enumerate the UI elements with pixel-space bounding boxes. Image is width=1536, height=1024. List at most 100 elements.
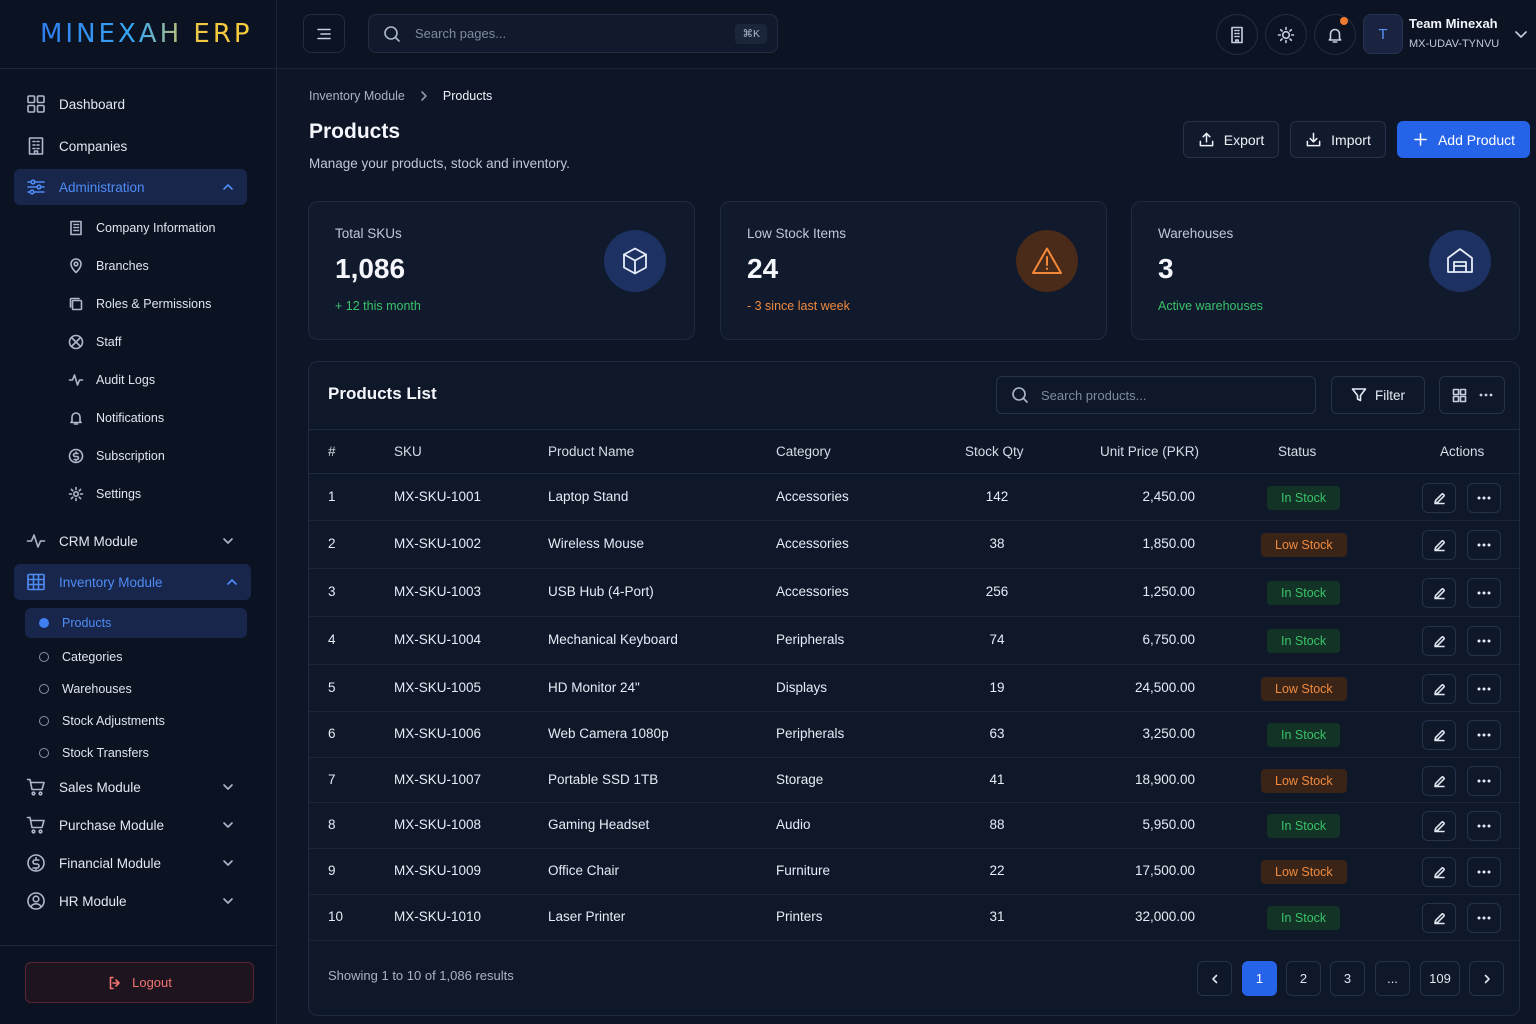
more-actions-button[interactable]: [1467, 766, 1501, 796]
table-row[interactable]: 6 MX-SKU-1006 Web Camera 1080p Peripherals 6…: [309, 712, 1519, 758]
page-button-3[interactable]: 3: [1330, 961, 1365, 996]
sidebar-item-audit-logs[interactable]: Audit Logs: [68, 365, 248, 395]
prev-page-button[interactable]: [1197, 961, 1232, 996]
cell-product-name[interactable]: Mechanical Keyboard: [548, 632, 678, 647]
sidebar-item-products[interactable]: Products: [25, 608, 247, 638]
edit-button[interactable]: [1422, 578, 1456, 608]
edit-button[interactable]: [1422, 811, 1456, 841]
sliders-icon: [27, 179, 45, 195]
chevron-down-icon[interactable]: [1513, 26, 1529, 42]
more-actions-button[interactable]: [1467, 903, 1501, 933]
edit-button[interactable]: [1422, 766, 1456, 796]
stat-label: Total SKUs: [335, 226, 402, 241]
cell-product-name[interactable]: Web Camera 1080p: [548, 726, 669, 741]
table-row[interactable]: 10 MX-SKU-1010 Laser Printer Printers 31 32,0…: [309, 895, 1519, 941]
column-header[interactable]: Stock Qty: [965, 444, 1024, 459]
table-row[interactable]: 5 MX-SKU-1005 HD Monitor 24" Displays 19 24,5…: [309, 665, 1519, 712]
more-actions-button[interactable]: [1467, 578, 1501, 608]
table-row[interactable]: 9 MX-SKU-1009 Office Chair Furniture 22 17,50…: [309, 849, 1519, 895]
filter-button[interactable]: Filter: [1331, 376, 1425, 414]
export-button[interactable]: Export: [1183, 121, 1279, 158]
edit-button[interactable]: [1422, 857, 1456, 887]
sidebar-item-sales[interactable]: Sales Module: [14, 769, 247, 805]
cell-product-name[interactable]: USB Hub (4-Port): [548, 584, 654, 599]
edit-button[interactable]: [1422, 530, 1456, 560]
more-actions-button[interactable]: [1467, 857, 1501, 887]
sidebar-item-warehouses[interactable]: Warehouses: [25, 674, 247, 704]
theme-toggle-button[interactable]: [1265, 14, 1307, 55]
cell-product-name[interactable]: HD Monitor 24": [548, 680, 640, 695]
more-actions-button[interactable]: [1467, 483, 1501, 513]
sidebar-item-stock-transfers[interactable]: Stock Transfers: [25, 738, 247, 768]
import-button[interactable]: Import: [1290, 121, 1386, 158]
sidebar-item-company-information[interactable]: Company Information: [68, 213, 248, 243]
table-row[interactable]: 3 MX-SKU-1003 USB Hub (4-Port) Accessories 2…: [309, 569, 1519, 617]
sidebar-item-notifications[interactable]: Notifications: [68, 403, 248, 433]
app-logo[interactable]: MINEXAH ERP: [0, 0, 276, 69]
status-badge: In Stock: [1267, 629, 1341, 653]
more-actions-button[interactable]: [1467, 674, 1501, 704]
sidebar-item-financial[interactable]: Financial Module: [14, 845, 247, 881]
column-header[interactable]: Category: [776, 444, 831, 459]
sidebar-item-administration[interactable]: Administration: [14, 169, 247, 205]
page-search-input[interactable]: Search pages... ⌘K: [368, 14, 778, 53]
cell-product-name[interactable]: Wireless Mouse: [548, 536, 644, 551]
sidebar-item-branches[interactable]: Branches: [68, 251, 248, 281]
column-header[interactable]: SKU: [394, 444, 422, 459]
column-header[interactable]: Product Name: [548, 444, 634, 459]
more-actions-button[interactable]: [1467, 626, 1501, 656]
sidebar-item-roles-permissions[interactable]: Roles & Permissions: [68, 289, 248, 319]
more-horizontal-icon: [1477, 916, 1491, 920]
sidebar-item-subscription[interactable]: Subscription: [68, 441, 248, 471]
cell-index: 2: [328, 536, 336, 551]
sidebar-item-companies[interactable]: Companies: [14, 128, 247, 164]
page-button-1[interactable]: 1: [1242, 961, 1277, 996]
avatar[interactable]: T: [1363, 14, 1403, 54]
table-row[interactable]: 4 MX-SKU-1004 Mechanical Keyboard Periphera…: [309, 617, 1519, 665]
view-options-button[interactable]: [1439, 376, 1505, 414]
sidebar-item-stock-adjustments[interactable]: Stock Adjustments: [25, 706, 247, 736]
table-row[interactable]: 1 MX-SKU-1001 Laptop Stand Accessories 142 2,…: [309, 474, 1519, 521]
edit-button[interactable]: [1422, 626, 1456, 656]
sidebar-item-categories[interactable]: Categories: [25, 642, 247, 672]
cell-product-name[interactable]: Portable SSD 1TB: [548, 772, 658, 787]
more-actions-button[interactable]: [1467, 811, 1501, 841]
sidebar-item-dashboard[interactable]: Dashboard: [14, 86, 247, 122]
cell-product-name[interactable]: Laptop Stand: [548, 489, 628, 504]
table-row[interactable]: 8 MX-SKU-1008 Gaming Headset Audio 88 5,950.0…: [309, 803, 1519, 849]
page-button-last[interactable]: 109: [1420, 961, 1460, 996]
column-header[interactable]: Status: [1278, 444, 1316, 459]
logout-button[interactable]: Logout: [25, 962, 254, 1003]
sidebar-item-crm[interactable]: CRM Module: [14, 523, 247, 559]
edit-button[interactable]: [1422, 483, 1456, 513]
edit-button[interactable]: [1422, 903, 1456, 933]
plus-icon: [1414, 133, 1427, 146]
menu-toggle-button[interactable]: [303, 14, 345, 53]
column-header[interactable]: Unit Price (PKR): [1100, 444, 1199, 459]
product-search-input[interactable]: Search products...: [996, 376, 1316, 414]
user-name[interactable]: Team Minexah: [1409, 16, 1498, 31]
sidebar-item-inventory[interactable]: Inventory Module: [14, 564, 251, 600]
sidebar-item-staff[interactable]: Staff: [68, 327, 248, 357]
add-product-button[interactable]: Add Product: [1397, 121, 1530, 158]
breadcrumb-parent-link[interactable]: Inventory Module: [309, 89, 405, 103]
table-row[interactable]: 7 MX-SKU-1007 Portable SSD 1TB Storage 41 18,…: [309, 758, 1519, 803]
cell-product-name[interactable]: Laser Printer: [548, 909, 625, 924]
table-row[interactable]: 2 MX-SKU-1002 Wireless Mouse Accessories 38 1…: [309, 521, 1519, 569]
chevron-up-icon: [227, 579, 237, 585]
sidebar-item-hr[interactable]: HR Module: [14, 883, 247, 919]
next-page-button[interactable]: [1469, 961, 1504, 996]
page-button-2[interactable]: 2: [1286, 961, 1321, 996]
pencil-icon: [1433, 587, 1445, 599]
notifications-button[interactable]: [1314, 14, 1356, 55]
cell-product-name[interactable]: Office Chair: [548, 863, 619, 878]
more-actions-button[interactable]: [1467, 530, 1501, 560]
edit-button[interactable]: [1422, 674, 1456, 704]
edit-button[interactable]: [1422, 720, 1456, 750]
more-actions-button[interactable]: [1467, 720, 1501, 750]
sidebar-item-purchase[interactable]: Purchase Module: [14, 807, 247, 843]
more-horizontal-icon: [1477, 779, 1491, 783]
company-switch-button[interactable]: [1216, 14, 1258, 55]
sidebar-item-settings[interactable]: Settings: [68, 479, 248, 509]
cell-product-name[interactable]: Gaming Headset: [548, 817, 649, 832]
